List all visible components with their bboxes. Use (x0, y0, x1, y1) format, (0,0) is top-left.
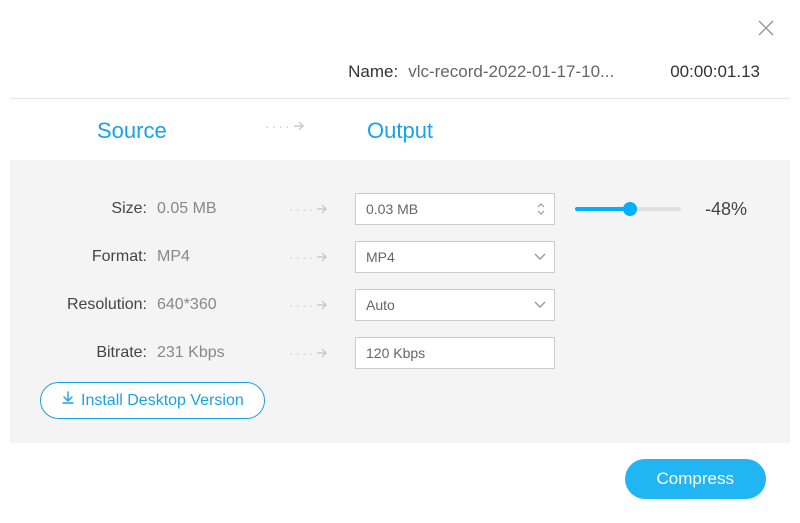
size-slider[interactable] (575, 207, 681, 211)
arrow-icon: ···· (265, 201, 355, 217)
slider-fill (575, 207, 630, 211)
size-row: Size: 0.05 MB ···· 0.03 MB -48% (10, 188, 790, 230)
format-output-select[interactable]: MP4 (355, 241, 555, 273)
size-label: Size: (10, 200, 155, 218)
bitrate-label: Bitrate: (10, 344, 155, 362)
resolution-row: Resolution: 640*360 ···· Auto (10, 284, 790, 326)
file-name: vlc-record-2022-01-17-10... (408, 62, 614, 82)
divider (10, 98, 790, 99)
close-icon[interactable] (756, 18, 776, 38)
resolution-source-value: 640*360 (155, 296, 265, 314)
format-label: Format: (10, 248, 155, 266)
resolution-output-value: Auto (366, 297, 395, 313)
size-output-stepper[interactable]: 0.03 MB (355, 193, 555, 225)
chevron-down-icon (534, 301, 546, 309)
chevron-down-icon (534, 253, 546, 261)
bitrate-output-value: 120 Kbps (366, 345, 425, 361)
format-row: Format: MP4 ···· MP4 (10, 236, 790, 278)
compress-button[interactable]: Compress (625, 459, 766, 499)
output-header: Output (367, 118, 433, 144)
file-info-row: Name: vlc-record-2022-01-17-10... 00:00:… (0, 62, 800, 82)
bitrate-row: Bitrate: 231 Kbps ···· 120 Kbps (10, 332, 790, 374)
file-duration: 00:00:01.13 (670, 62, 760, 82)
install-desktop-label: Install Desktop Version (81, 392, 244, 410)
slider-thumb[interactable] (623, 202, 637, 216)
resolution-output-select[interactable]: Auto (355, 289, 555, 321)
column-headers: Source ···· Output (0, 108, 800, 154)
resolution-label: Resolution: (10, 296, 155, 314)
size-output-value: 0.03 MB (366, 201, 418, 217)
arrow-icon: ···· (265, 118, 308, 134)
arrow-icon: ···· (265, 345, 355, 361)
compress-label: Compress (657, 469, 734, 488)
source-header: Source (97, 118, 167, 144)
format-source-value: MP4 (155, 248, 265, 266)
size-source-value: 0.05 MB (155, 200, 265, 218)
arrow-icon: ···· (265, 249, 355, 265)
download-icon (61, 391, 75, 410)
format-output-value: MP4 (366, 249, 395, 265)
install-desktop-button[interactable]: Install Desktop Version (40, 382, 265, 419)
name-label: Name: (348, 62, 398, 82)
arrow-icon: ···· (265, 297, 355, 313)
stepper-icon (536, 202, 546, 216)
bitrate-source-value: 231 Kbps (155, 344, 265, 362)
settings-panel: Size: 0.05 MB ···· 0.03 MB -48% Format: … (10, 160, 790, 443)
size-percentage: -48% (705, 199, 747, 220)
bitrate-output-input[interactable]: 120 Kbps (355, 337, 555, 369)
